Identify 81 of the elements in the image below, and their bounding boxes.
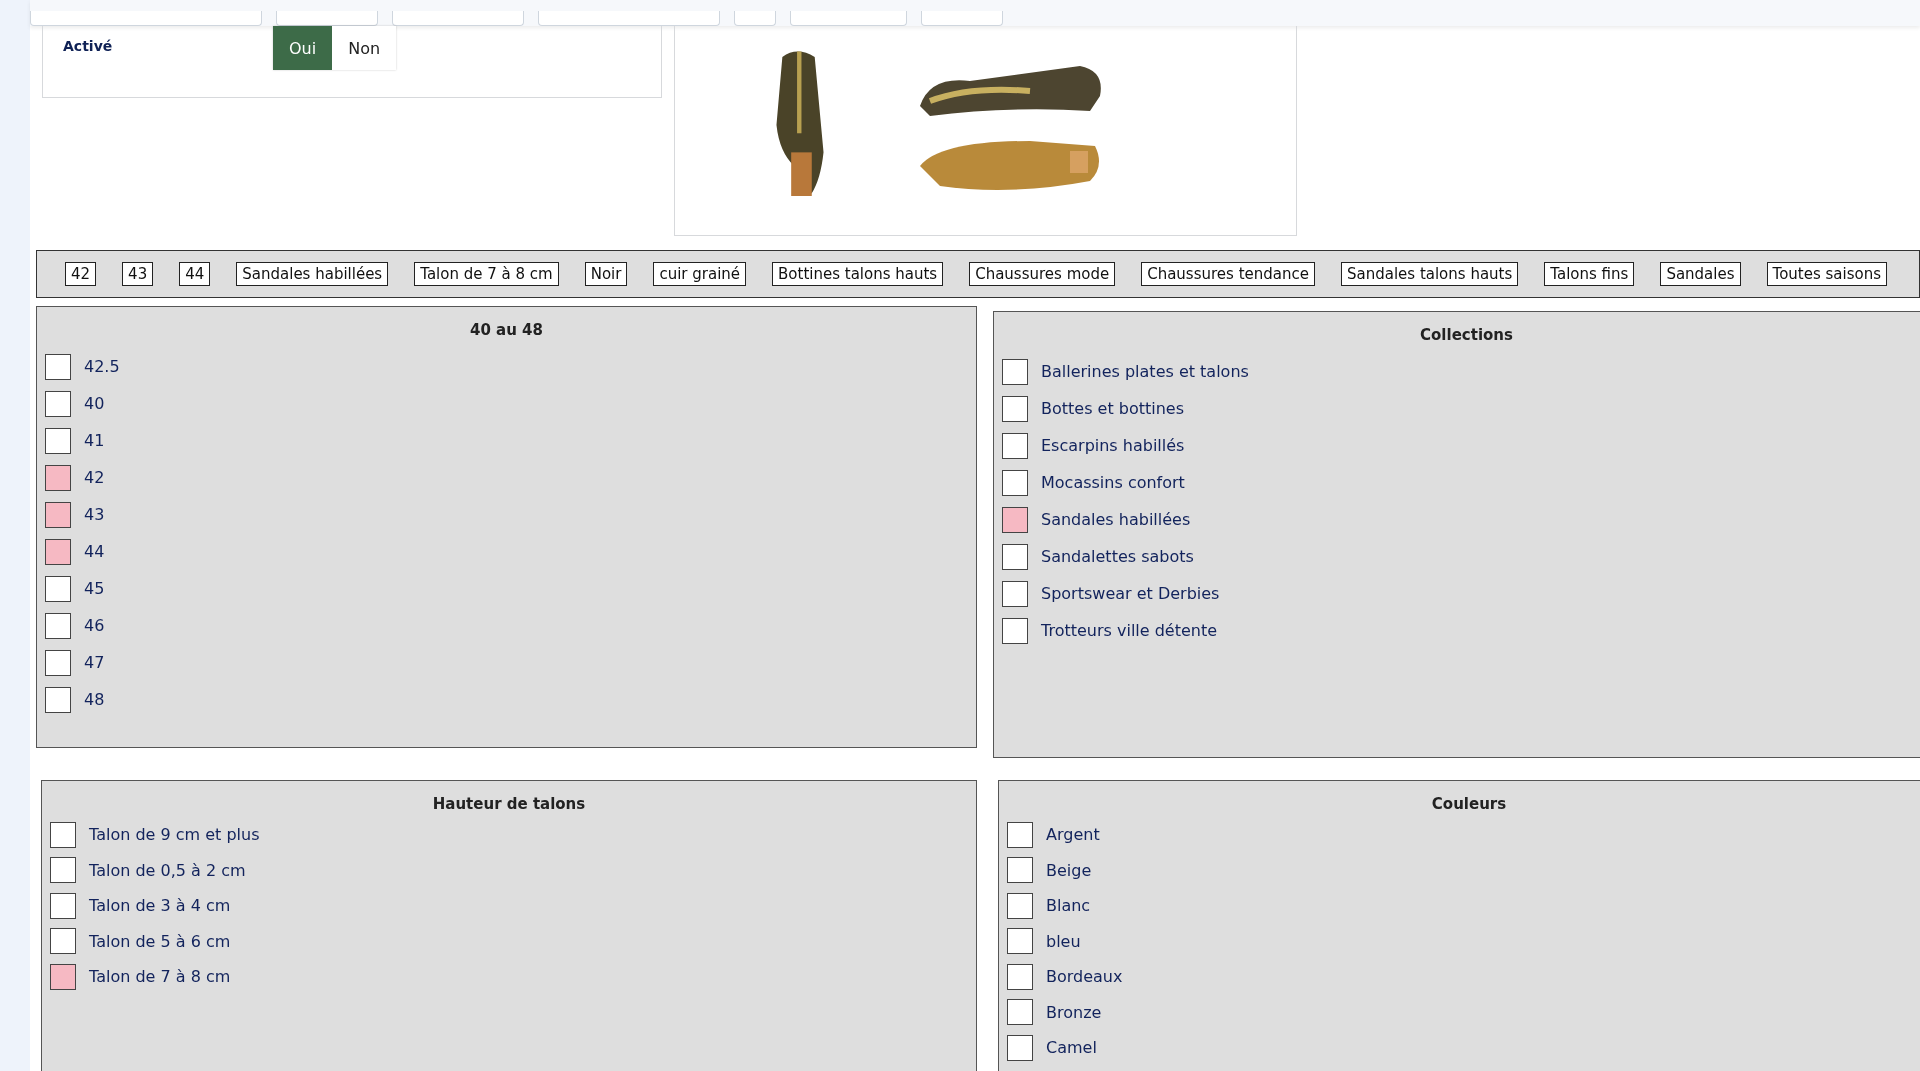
checkbox-label: 44 [84,542,105,561]
tag: cuir grainé [653,262,747,286]
checkbox[interactable] [50,857,76,884]
checkbox-label: Talon de 0,5 à 2 cm [89,860,246,880]
checkbox[interactable] [1002,543,1028,570]
checkbox[interactable] [45,464,71,491]
checkbox[interactable] [1002,469,1028,496]
tag: Chaussures mode [969,262,1116,286]
checkbox-label: Sandales habillées [1041,510,1191,529]
tag: Sandales habillées [236,262,389,286]
checkbox-label: 42.5 [84,357,120,376]
checkbox-label: Argent [1046,825,1100,845]
tag: Chaussures tendance [1141,262,1315,286]
checkbox[interactable] [1002,506,1028,533]
checkbox-label: bleu [1046,931,1081,951]
checkbox[interactable] [45,538,71,565]
checkbox[interactable] [45,612,71,639]
tag: Talons fins [1544,262,1635,286]
checkbox-label: 43 [84,505,105,524]
toggle-option[interactable]: Oui [273,26,333,70]
checkbox[interactable] [1007,1034,1033,1061]
checkbox-label: Ballerines plates et talons [1041,362,1249,381]
checkbox[interactable] [1002,358,1028,385]
checkbox[interactable] [50,928,76,955]
field-label: Activé [63,38,114,56]
checkbox-label: Talon de 3 à 4 cm [89,896,231,916]
tag: Noir [584,262,628,286]
checkbox[interactable] [1007,999,1033,1026]
checkbox[interactable] [45,501,71,528]
checkbox-label: Bottes et bottines [1041,399,1185,418]
panel-title: 40 au 48 [469,321,544,339]
checkbox[interactable] [45,390,71,417]
tag: Sandales [1660,262,1741,286]
checkbox[interactable] [1007,963,1033,990]
checkbox[interactable] [50,892,76,919]
panel-title: Couleurs [1430,795,1508,813]
checkbox-label: Escarpins habillés [1041,436,1185,455]
panel-title: Collections [1419,326,1514,344]
tag: Toutes saisons [1766,262,1887,286]
checkbox[interactable] [1002,580,1028,607]
checkbox-label: 45 [84,579,105,598]
checkbox[interactable] [1007,857,1033,884]
checkbox[interactable] [45,686,71,713]
checkbox-label: 48 [84,690,105,709]
checkbox[interactable] [1002,432,1028,459]
checkbox-label: Camel [1046,1038,1097,1058]
checkbox-label: Talon de 7 à 8 cm [89,967,231,987]
toggle-option[interactable]: Non [332,26,397,70]
checkbox-label: 46 [84,616,105,635]
checkbox-label: 40 [84,394,105,413]
checkbox[interactable] [50,821,76,848]
checkbox[interactable] [50,963,76,990]
checkbox[interactable] [1007,821,1033,848]
checkbox-label: Sportswear et Derbies [1041,584,1220,603]
tag: 43 [122,262,154,286]
checkbox-label: Talon de 5 à 6 cm [89,931,231,951]
checkbox-label: Talon de 9 cm et plus [89,825,260,845]
checkbox-label: Bronze [1046,1002,1102,1022]
tag: Bottines talons hauts [772,262,944,286]
checkbox[interactable] [1002,617,1028,644]
checkbox-label: Mocassins confort [1041,473,1185,492]
checkbox[interactable] [1007,892,1033,919]
checkbox-label: Blanc [1046,896,1091,916]
checkbox-label: Beige [1046,860,1092,880]
checkbox[interactable] [1007,928,1033,955]
checkbox[interactable] [1002,395,1028,422]
checkbox[interactable] [45,649,71,676]
checkbox-label: Trotteurs ville détente [1041,621,1218,640]
tag: Sandales talons hauts [1340,262,1519,286]
checkbox[interactable] [45,427,71,454]
tag: Talon de 7 à 8 cm [414,262,559,286]
panel-title: Hauteur de talons [431,795,587,813]
checkbox-label: Sandalettes sabots [1041,547,1194,566]
checkbox-label: 42 [84,468,105,487]
checkbox[interactable] [45,353,71,380]
tag: 44 [179,262,211,286]
checkbox-label: 47 [84,653,105,672]
checkbox[interactable] [45,575,71,602]
tag: 42 [65,262,97,286]
checkbox-label: 41 [84,431,105,450]
checkbox-label: Bordeaux [1046,967,1123,987]
